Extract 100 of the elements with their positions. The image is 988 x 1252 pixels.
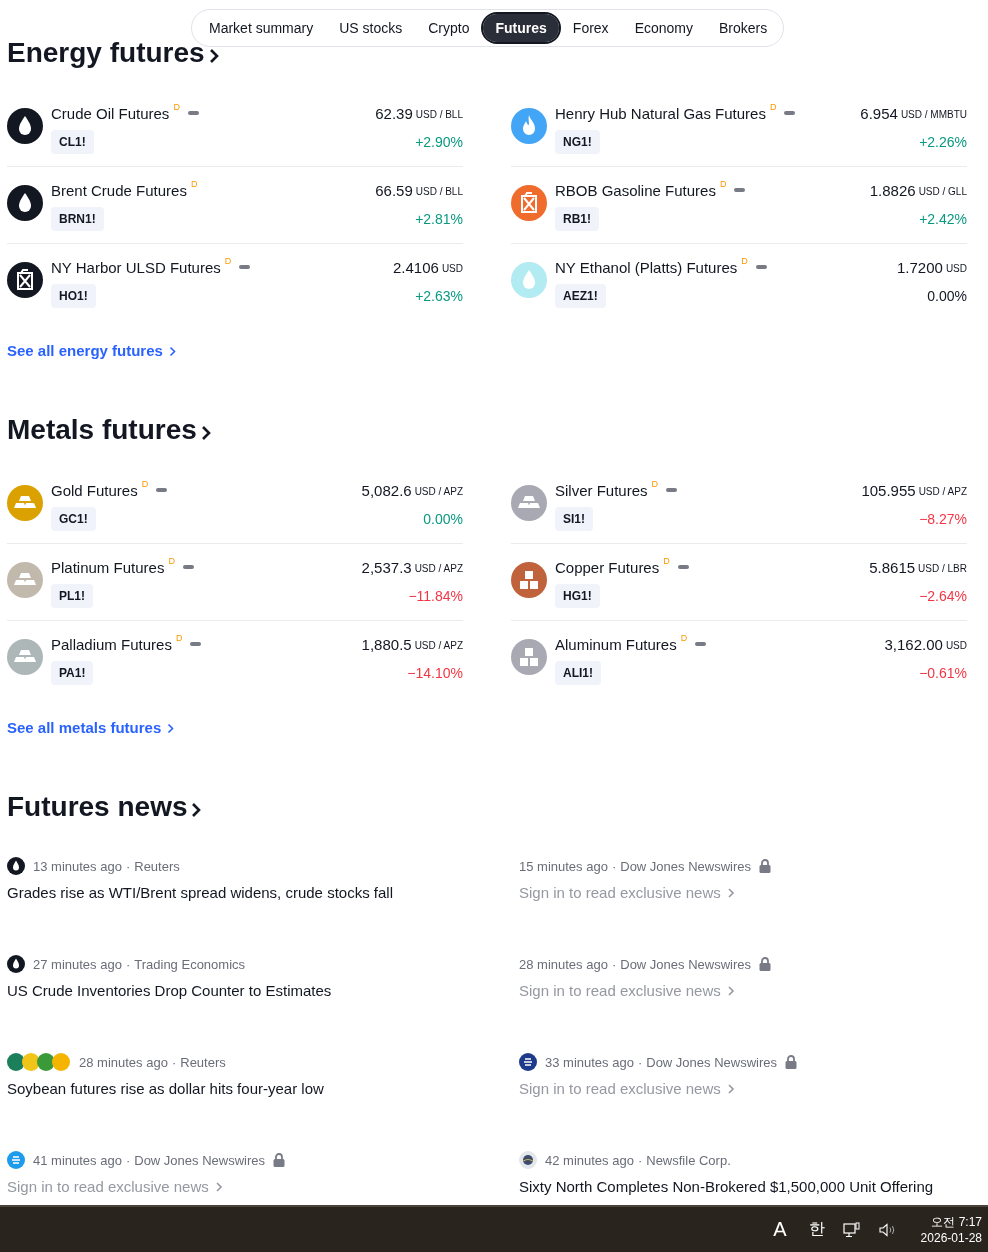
price-unit: USD / APZ: [414, 562, 463, 574]
change-percent: −14.10%: [407, 664, 463, 683]
network-icon[interactable]: [842, 1221, 861, 1238]
news-headline[interactable]: Sixty North Completes Non-Brokered $1,500,000 Unit Offering: [519, 1178, 934, 1195]
tab[interactable]: Economy: [622, 14, 705, 42]
separator-dot: ·: [611, 956, 617, 972]
news-time: 27 minutes ago: [33, 956, 122, 972]
change-percent: −11.84%: [408, 587, 463, 606]
futures-name[interactable]: Copper Futures: [555, 558, 660, 576]
news-time: 33 minutes ago: [545, 1054, 634, 1070]
news-source: Newsfile Corp.: [646, 1152, 731, 1168]
futures-name[interactable]: Silver Futures: [555, 481, 648, 499]
news-source: Dow Jones Newswires: [620, 858, 751, 874]
chevron-icon: [191, 802, 202, 818]
input-mode-indicator[interactable]: A: [773, 1218, 787, 1241]
tab[interactable]: Crypto: [416, 14, 482, 42]
price: 5.8615: [869, 558, 916, 576]
change-percent: 0.00%: [927, 287, 967, 306]
change-percent: −0.61%: [919, 664, 967, 683]
tab[interactable]: US stocks: [327, 14, 415, 42]
futures-name[interactable]: Aluminum Futures: [555, 635, 677, 653]
tab[interactable]: Forex: [560, 14, 621, 42]
futures-name[interactable]: Crude Oil Futures: [51, 104, 170, 122]
chevron-icon: [726, 886, 735, 899]
symbol-badge: RB1!: [555, 207, 599, 231]
delayed-label: D: [680, 633, 688, 643]
futures-name[interactable]: Gold Futures: [51, 481, 138, 499]
section-heading[interactable]: Metals futures: [7, 413, 197, 447]
price: 1.7200: [897, 258, 943, 276]
news-time: 28 minutes ago: [79, 1054, 168, 1070]
price: 105.955: [861, 481, 916, 499]
separator-dot: ·: [125, 956, 131, 972]
price: 66.59: [375, 181, 413, 199]
symbol-badge: ALI1!: [555, 661, 601, 685]
change-percent: 0.00%: [423, 510, 463, 529]
symbol-badge: HG1!: [555, 584, 600, 608]
price-unit: USD: [945, 639, 967, 651]
futures-name[interactable]: Palladium Futures: [51, 635, 172, 653]
separator-dot: ·: [125, 1152, 131, 1168]
symbol-badge: NG1!: [555, 130, 600, 154]
news-time: 41 minutes ago: [33, 1152, 122, 1168]
news-time: 28 minutes ago: [519, 956, 608, 972]
news-headline[interactable]: Soybean futures rise as dollar hits four-year low: [7, 1080, 324, 1097]
news-time: 15 minutes ago: [519, 858, 608, 874]
news-source: Dow Jones Newswires: [620, 956, 751, 972]
price: 2.4106: [393, 258, 439, 276]
futures-name[interactable]: NY Ethanol (Platts) Futures: [555, 258, 738, 276]
futures-name[interactable]: NY Harbor ULSD Futures: [51, 258, 221, 276]
price-unit: USD / BLL: [415, 108, 463, 120]
symbol-badge: BRN1!: [51, 207, 104, 231]
separator-dot: ·: [637, 1054, 643, 1070]
chevron-icon: [214, 1180, 223, 1193]
clock-date[interactable]: 2026-01-28: [920, 1229, 982, 1246]
ime-indicator[interactable]: 한: [808, 1219, 825, 1240]
change-percent: +2.90%: [415, 133, 463, 152]
clock-time[interactable]: 오전 7:17: [931, 1213, 982, 1230]
see-all-link[interactable]: See all energy futures: [7, 341, 176, 361]
change-percent: +2.26%: [919, 133, 967, 152]
price: 3,162.00: [884, 635, 943, 653]
symbol-badge: GC1!: [51, 507, 96, 531]
price-unit: USD: [441, 262, 463, 274]
delayed-label: D: [769, 102, 777, 112]
news-source: Reuters: [134, 858, 180, 874]
change-percent: +2.63%: [415, 287, 463, 306]
delayed-label: D: [741, 256, 748, 266]
news-source: Dow Jones Newswires: [646, 1054, 777, 1070]
news-source: Trading Economics: [134, 956, 246, 972]
delayed-label: D: [190, 179, 198, 189]
section-heading[interactable]: Futures news: [7, 790, 188, 824]
chevron-icon: [167, 722, 175, 734]
tab[interactable]: Futures: [483, 14, 559, 42]
symbol-badge: PL1!: [51, 584, 93, 608]
newswire-logo-icon: [7, 1151, 25, 1169]
news-time: 13 minutes ago: [33, 858, 122, 874]
futures-name[interactable]: Henry Hub Natural Gas Futures: [555, 104, 766, 122]
symbol-badge: SI1!: [555, 507, 593, 531]
price-unit: USD / BLL: [415, 185, 463, 197]
futures-name[interactable]: Brent Crude Futures: [51, 181, 187, 199]
separator-dot: ·: [125, 858, 131, 874]
symbol-badge: HO1!: [51, 284, 96, 308]
commodity-icons-drawing: [7, 1053, 71, 1071]
delayed-label: D: [141, 479, 149, 489]
globe-icon: [519, 1151, 537, 1169]
news-headline[interactable]: US Crude Inventories Drop Counter to Estimates: [7, 982, 332, 999]
chevron-icon: [208, 48, 219, 64]
price-unit: USD / LBR: [918, 562, 967, 574]
price-unit: USD / GLL: [918, 185, 967, 197]
price-unit: USD / APZ: [414, 485, 463, 497]
futures-name[interactable]: RBOB Gasoline Futures: [555, 181, 716, 199]
chevron-icon: [200, 425, 211, 441]
news-headline[interactable]: Grades rise as WTI/Brent spread widens, crude stocks fall: [7, 884, 393, 901]
chevron-icon: [726, 1082, 735, 1095]
tab[interactable]: Brokers: [707, 14, 780, 42]
price-unit: USD / APZ: [414, 639, 463, 651]
separator-dot: ·: [637, 1152, 643, 1168]
futures-name[interactable]: Platinum Futures: [51, 558, 165, 576]
see-all-link[interactable]: See all metals futures: [7, 718, 175, 738]
change-percent: +2.42%: [919, 210, 967, 229]
volume-icon[interactable]: [878, 1222, 897, 1237]
chevron-icon: [168, 345, 176, 357]
